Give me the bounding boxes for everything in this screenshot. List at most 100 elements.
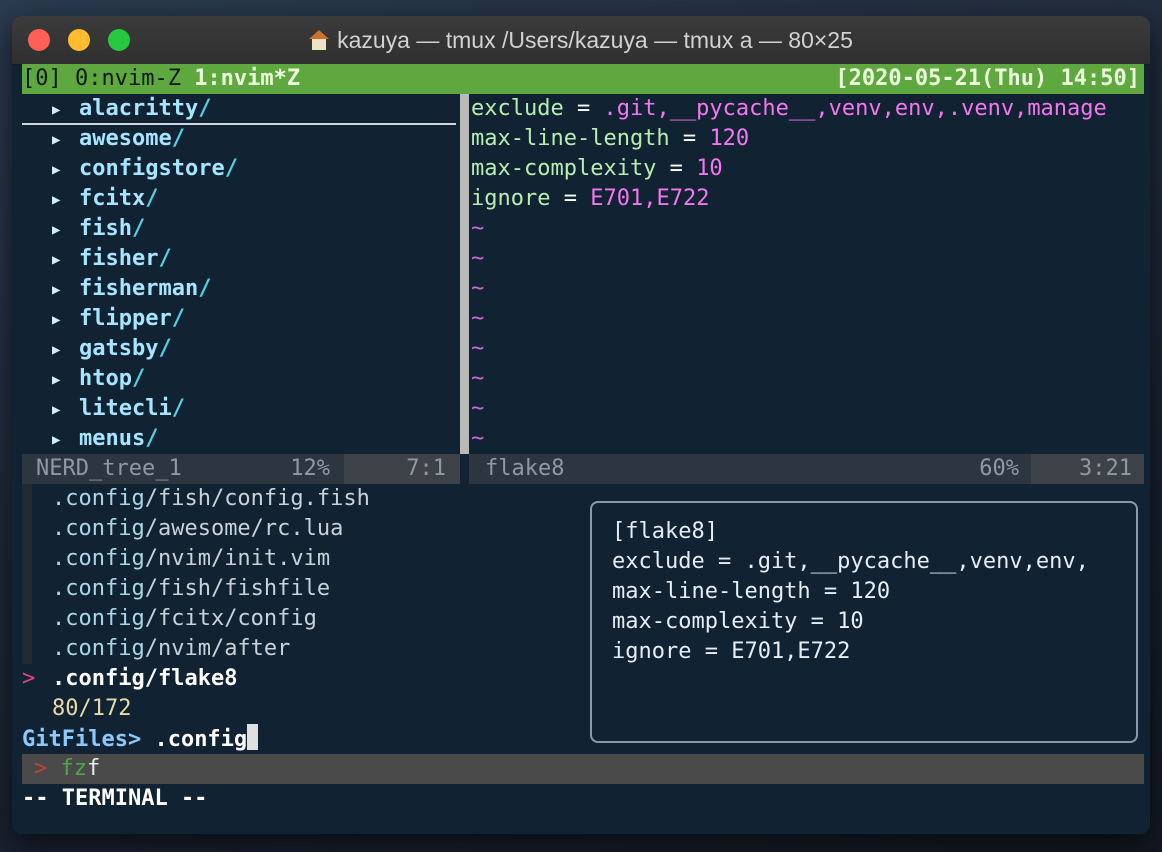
empty-line-tilde: ~ xyxy=(471,336,485,361)
fzf-result-dir: .config xyxy=(52,546,145,571)
editor-line[interactable]: exclude = .git,__pycache__,venv,env,.ven… xyxy=(471,94,1107,124)
vertical-split[interactable] xyxy=(460,94,469,454)
fzf-pointer: > xyxy=(22,666,36,691)
terminal-content[interactable]: [0] 0:nvim-Z 1:nvim*Z [2020-05-21(Thu) 14… xyxy=(22,64,1150,834)
tree-entry-slash: / xyxy=(198,276,212,301)
fzf-result-item[interactable]: .config/fish/config.fish xyxy=(22,484,370,514)
nerdtree-status-percent: 12% xyxy=(290,456,330,481)
fzf-result-item[interactable]: .config/fcitx/config xyxy=(22,604,317,634)
triangle-right-icon: ▶ xyxy=(52,372,61,388)
editor-status: flake8 60% xyxy=(469,454,1031,484)
tmux-window-list[interactable]: [0] 0:nvim-Z xyxy=(22,66,194,91)
tree-entry[interactable]: ▶ litecli/ xyxy=(52,394,185,424)
empty-line-tilde: ~ xyxy=(471,246,485,271)
tree-entry-name: fisher xyxy=(79,246,159,271)
tree-entry-slash: / xyxy=(171,396,185,421)
triangle-right-icon: ▶ xyxy=(52,252,61,268)
tree-entry-slash: / xyxy=(198,96,212,121)
nerdtree-status-position: 7:1 xyxy=(406,456,446,481)
nerdtree-status-name: NERD_tree_1 xyxy=(36,456,182,481)
fzf-selected-dir: .config xyxy=(52,666,145,691)
preview-line: max-line-length = 120 xyxy=(612,579,891,604)
tree-entry[interactable]: ▶ fish/ xyxy=(52,214,145,244)
fzf-selected-rest: /flake8 xyxy=(144,666,238,691)
config-operator: = xyxy=(563,96,604,121)
tree-entry-slash: / xyxy=(158,246,172,271)
tree-entry-name: configstore xyxy=(79,156,225,181)
tree-entry[interactable]: ▶ fisher/ xyxy=(52,244,172,274)
fzf-match-count: 80/172 xyxy=(52,696,132,721)
tree-entry-name: awesome xyxy=(79,126,172,151)
preview-line: [flake8] xyxy=(612,519,718,544)
tree-entry[interactable]: ▶ flipper/ xyxy=(52,304,185,334)
home-icon xyxy=(309,30,330,50)
tmux-current-window[interactable]: 1:nvim*Z xyxy=(194,66,300,91)
editor-line[interactable]: max-line-length = 120 xyxy=(471,124,749,154)
tree-entry[interactable]: ▶ menus/ xyxy=(52,424,158,454)
tree-entry[interactable]: ▶ htop/ xyxy=(52,364,145,394)
triangle-right-icon: ▶ xyxy=(52,312,61,328)
triangle-right-icon: ▶ xyxy=(52,222,61,238)
shell-typed-highlight: fz xyxy=(60,756,88,781)
fzf-preview-window[interactable]: [flake8] exclude = .git,__pycache__,venv,… xyxy=(590,501,1138,743)
fzf-prompt-line[interactable]: GitFiles> .config xyxy=(22,724,259,754)
config-key: max-complexity xyxy=(471,156,657,181)
tree-entry-name: litecli xyxy=(79,396,172,421)
fzf-result-path: /fish/fishfile xyxy=(144,576,331,601)
tree-entry-slash: / xyxy=(131,366,146,391)
tree-entry-name: gatsby xyxy=(79,336,159,361)
shell-command-line[interactable]: > fzf xyxy=(22,754,1144,784)
empty-line-tilde: ~ xyxy=(471,366,485,391)
editor-status-position-wrap: 3:21 xyxy=(1031,454,1144,484)
tree-entry-name: menus xyxy=(79,426,146,451)
config-value: 10 xyxy=(696,156,723,181)
fzf-gutter xyxy=(22,574,32,604)
fzf-gutter xyxy=(22,634,32,664)
tree-entry-slash: / xyxy=(224,156,238,181)
fzf-result-item[interactable]: .config/nvim/after xyxy=(22,634,290,664)
preview-line: max-complexity = 10 xyxy=(612,609,864,634)
nerdtree-cursorline xyxy=(22,123,456,125)
tree-entry[interactable]: ▶ gatsby/ xyxy=(52,334,172,364)
fzf-query-input[interactable]: .config xyxy=(154,727,247,752)
config-operator: = xyxy=(550,186,591,211)
fzf-result-path: /nvim/after xyxy=(144,636,291,661)
window-title-wrap: kazuya — tmux /Users/kazuya — tmux a — 8… xyxy=(12,16,1150,64)
tree-entry-slash: / xyxy=(171,126,185,151)
fzf-gutter xyxy=(22,604,32,634)
fzf-result-item[interactable]: .config/fish/fishfile xyxy=(22,574,330,604)
editor-line[interactable]: ignore = E701,E722 xyxy=(471,184,709,214)
fzf-result-item[interactable]: .config/nvim/init.vim xyxy=(22,544,330,574)
triangle-right-icon: ▶ xyxy=(52,282,61,298)
editor-line[interactable]: max-complexity = 10 xyxy=(471,154,723,184)
triangle-right-icon: ▶ xyxy=(52,432,61,448)
fzf-result-path: /fish/config.fish xyxy=(144,486,370,511)
tmux-status-bar: [0] 0:nvim-Z 1:nvim*Z [2020-05-21(Thu) 14… xyxy=(22,64,1144,94)
shell-typed-suggestion: f xyxy=(87,756,101,781)
tree-entry-slash: / xyxy=(158,336,172,361)
tree-entry-name: htop xyxy=(79,366,132,391)
fzf-gutter xyxy=(22,514,32,544)
tree-entry[interactable]: ▶ awesome/ xyxy=(52,124,185,154)
tree-entry[interactable]: ▶ fcitx/ xyxy=(52,184,158,214)
fzf-selected-item[interactable]: > .config/flake8 xyxy=(22,664,237,694)
tree-entry[interactable]: ▶ fisherman/ xyxy=(52,274,211,304)
tree-entry[interactable]: ▶ alacritty/ xyxy=(52,94,211,124)
tmux-datetime: [2020-05-21(Thu) 14:50] xyxy=(835,66,1140,91)
config-key: max-line-length xyxy=(471,126,670,151)
tree-entry-slash: / xyxy=(171,306,185,331)
fzf-result-dir: .config xyxy=(52,516,145,541)
tree-entry-name: alacritty xyxy=(79,96,199,121)
tree-entry-slash: / xyxy=(145,426,159,451)
triangle-right-icon: ▶ xyxy=(52,192,61,208)
title-bar[interactable]: kazuya — tmux /Users/kazuya — tmux a — 8… xyxy=(12,16,1150,65)
window-title: kazuya — tmux /Users/kazuya — tmux a — 8… xyxy=(337,27,853,53)
fzf-gutter xyxy=(22,544,32,574)
fzf-result-item[interactable]: .config/awesome/rc.lua xyxy=(22,514,343,544)
terminal-window: kazuya — tmux /Users/kazuya — tmux a — 8… xyxy=(12,16,1150,834)
tree-entry-name: fisherman xyxy=(79,276,199,301)
preview-line: exclude = .git,__pycache__,venv,env, xyxy=(612,549,1089,574)
tree-entry[interactable]: ▶ configstore/ xyxy=(52,154,238,184)
mode-indicator: -- TERMINAL -- xyxy=(22,786,208,811)
fzf-result-dir: .config xyxy=(52,606,145,631)
